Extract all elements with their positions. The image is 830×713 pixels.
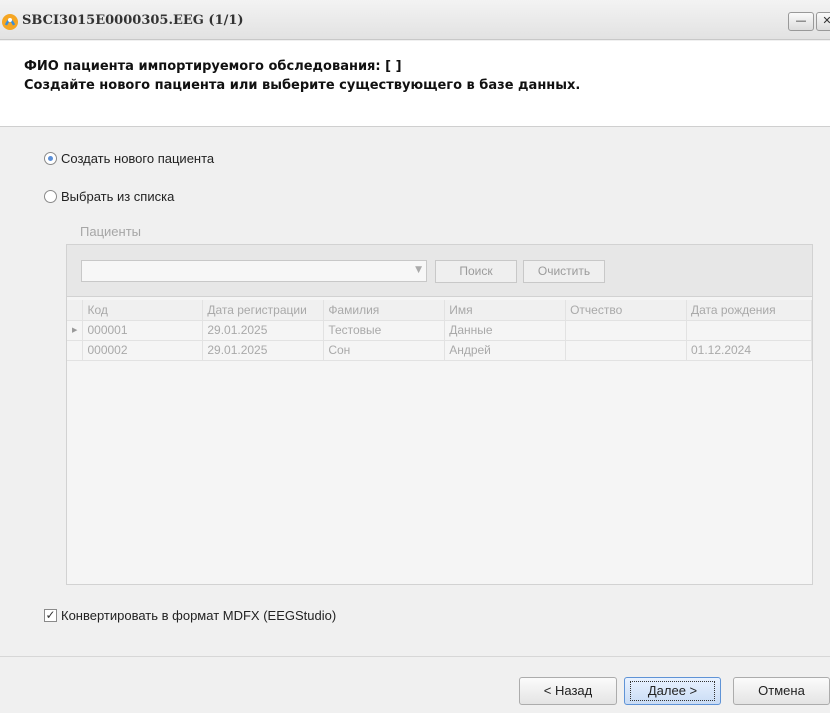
row-indicator-empty bbox=[67, 340, 84, 361]
patient-search-combo[interactable]: ▼ bbox=[81, 260, 427, 282]
table-row[interactable]: ▶ 000001 29.01.2025 Тестовые Данные bbox=[67, 320, 813, 341]
patients-panel: ▼ Поиск Очистить Код Дата регистрации Фа… bbox=[66, 244, 813, 585]
search-button[interactable]: Поиск bbox=[435, 260, 517, 283]
cancel-button[interactable]: Отмена bbox=[733, 677, 830, 705]
patients-toolbar: ▼ Поиск Очистить bbox=[67, 245, 812, 297]
next-button[interactable]: Далее > bbox=[624, 677, 721, 705]
app-logo-icon bbox=[2, 14, 18, 30]
close-button[interactable]: ✕ bbox=[816, 12, 830, 31]
column-header-reg-date[interactable]: Дата регистрации bbox=[202, 300, 325, 321]
radio-create-new-label: Создать нового пациента bbox=[61, 151, 215, 166]
cell-code: 000002 bbox=[82, 340, 204, 361]
header-patient-name: ФИО пациента импортируемого обследования… bbox=[24, 59, 402, 74]
column-header-birth-date[interactable]: Дата рождения bbox=[686, 300, 813, 321]
chevron-down-icon[interactable]: ▼ bbox=[415, 265, 422, 275]
column-header-first-name[interactable]: Имя bbox=[444, 300, 567, 321]
convert-mdfx-label: Конвертировать в формат MDFX (EEGStudio) bbox=[61, 608, 337, 623]
patients-table: Код Дата регистрации Фамилия Имя Отчеств… bbox=[67, 300, 813, 361]
cell-code: 000001 bbox=[82, 320, 204, 341]
cell-last-name: Тестовые bbox=[323, 320, 446, 341]
header-instruction: Создайте нового пациента или выберите су… bbox=[24, 78, 581, 93]
radio-selected-icon[interactable] bbox=[44, 152, 57, 165]
column-header-patronymic[interactable]: Отчество bbox=[565, 300, 687, 321]
minimize-button[interactable]: — bbox=[788, 12, 814, 31]
radio-create-new-patient[interactable]: Создать нового пациента bbox=[44, 151, 214, 166]
column-header-code[interactable]: Код bbox=[82, 300, 204, 321]
cell-first-name: Данные bbox=[444, 320, 567, 341]
window-title: SBCI3015E0000305.EEG (1/1) bbox=[22, 13, 244, 28]
radio-select-from-list-label: Выбрать из списка bbox=[61, 189, 175, 204]
table-row[interactable]: 000002 29.01.2025 Сон Андрей 01.12.2024 bbox=[67, 340, 813, 361]
title-bar: SBCI3015E0000305.EEG (1/1) — ✕ bbox=[0, 0, 830, 40]
cell-reg-date: 29.01.2025 bbox=[202, 320, 325, 341]
back-button[interactable]: < Назад bbox=[519, 677, 617, 705]
footer-divider bbox=[0, 656, 830, 657]
focus-rectangle bbox=[630, 681, 715, 701]
cell-patronymic bbox=[565, 320, 687, 341]
column-header-last-name[interactable]: Фамилия bbox=[323, 300, 446, 321]
radio-select-from-list[interactable]: Выбрать из списка bbox=[44, 189, 174, 204]
radio-unselected-icon[interactable] bbox=[44, 190, 57, 203]
cell-reg-date: 29.01.2025 bbox=[202, 340, 325, 361]
row-indicator-icon: ▶ bbox=[67, 320, 84, 341]
cell-birth-date bbox=[686, 320, 813, 341]
cell-patronymic bbox=[565, 340, 687, 361]
cell-birth-date: 01.12.2024 bbox=[686, 340, 813, 361]
cell-first-name: Андрей bbox=[444, 340, 567, 361]
checkbox-checked-icon[interactable]: ✓ bbox=[44, 609, 57, 622]
wizard-header: ФИО пациента импортируемого обследования… bbox=[0, 41, 830, 127]
cell-last-name: Сон bbox=[323, 340, 446, 361]
table-header-row: Код Дата регистрации Фамилия Имя Отчеств… bbox=[67, 300, 813, 321]
clear-button[interactable]: Очистить bbox=[523, 260, 605, 283]
row-indicator-header bbox=[67, 300, 84, 321]
patients-group-label: Пациенты bbox=[80, 224, 141, 239]
convert-mdfx-checkbox-row[interactable]: ✓ Конвертировать в формат MDFX (EEGStudi… bbox=[44, 608, 336, 623]
